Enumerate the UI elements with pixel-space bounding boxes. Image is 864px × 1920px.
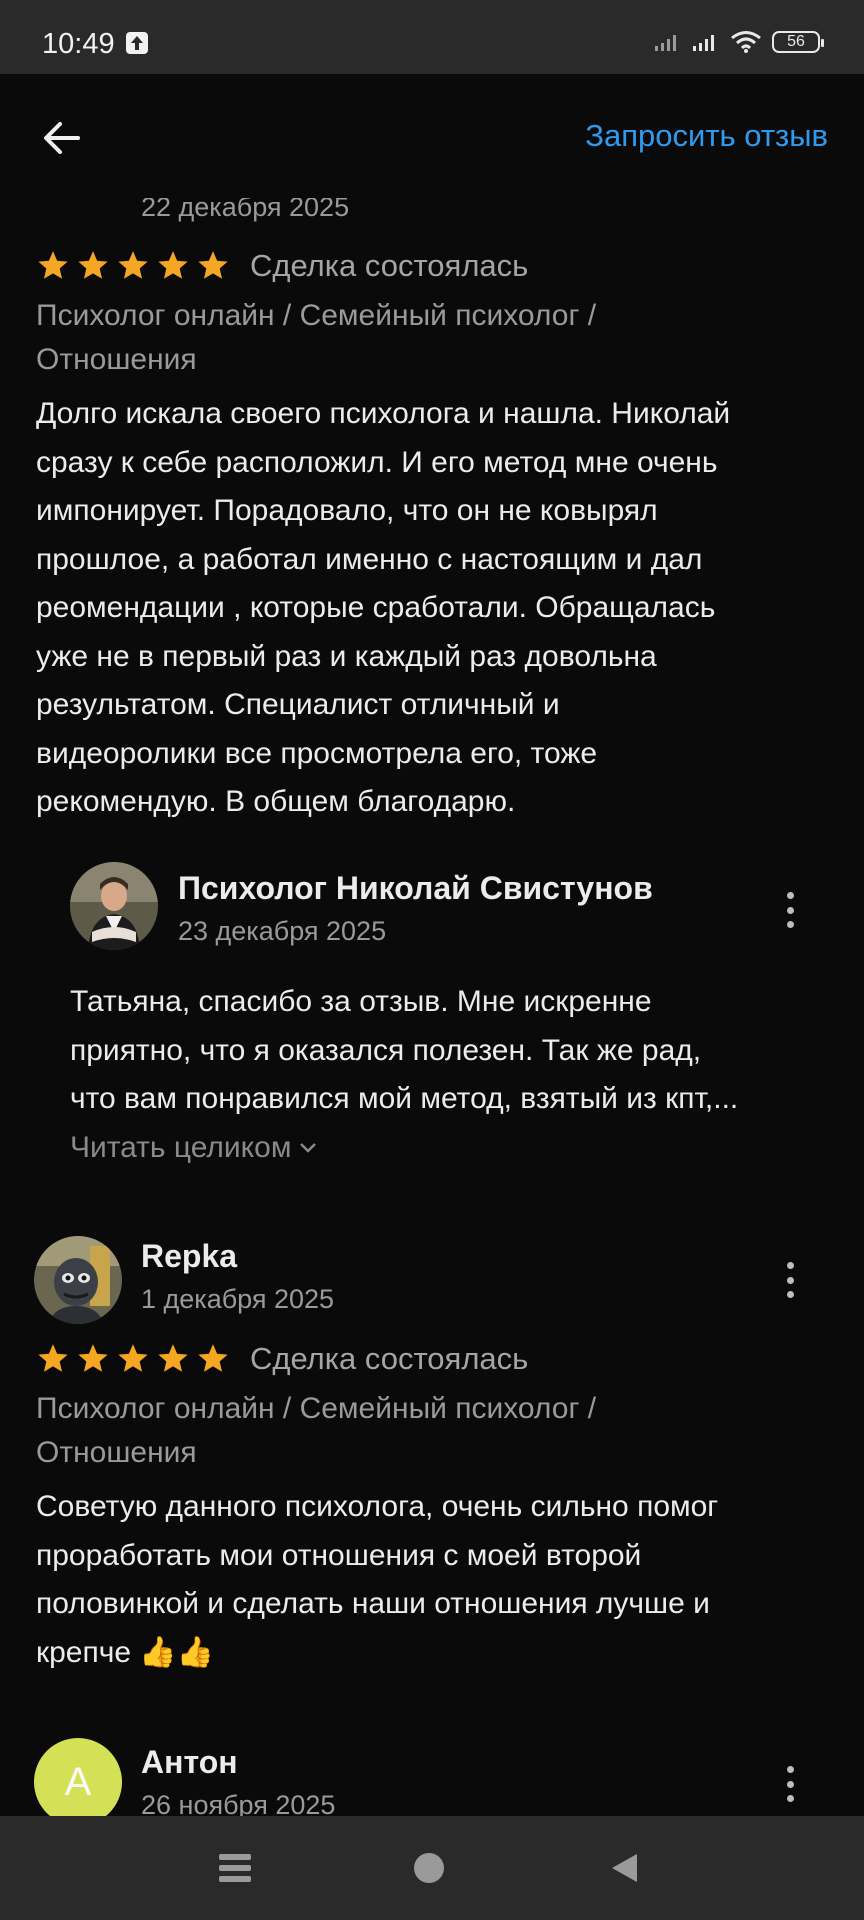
deal-status: Сделка состоялась <box>250 1341 529 1376</box>
avatar <box>70 862 158 950</box>
category-line: Психолог онлайн / Семейный психолог / <box>36 299 597 332</box>
app-bar: Запросить отзыв <box>0 74 864 198</box>
signal-icon <box>693 35 714 51</box>
category-line: Отношения <box>36 1436 197 1469</box>
review-category: Психолог онлайн / Семейный психолог / От… <box>36 294 816 382</box>
text-line: Советую данного психолога, очень сильно … <box>36 1490 719 1523</box>
review-author: Антон <box>141 1744 238 1780</box>
status-icons: 56 <box>654 30 824 54</box>
text-line: что вам понравился мой метод, взятый из … <box>70 1082 739 1115</box>
star-icon <box>158 1344 188 1372</box>
menu-icon <box>219 1854 251 1882</box>
kebab-dot <box>786 1276 794 1284</box>
star-icon <box>38 1344 68 1372</box>
text-line: половинкой и сделать наши отношения лучш… <box>36 1587 710 1620</box>
triangle-back-icon <box>612 1854 637 1882</box>
star-icon <box>38 251 68 279</box>
deal-status: Сделка состоялась <box>250 248 529 283</box>
rating-stars: Сделка состоялась <box>36 1341 528 1377</box>
recents-button[interactable] <box>218 1852 252 1889</box>
back-button[interactable] <box>38 114 86 162</box>
read-more-link[interactable]: Читать целиком <box>70 1131 317 1165</box>
star-icon <box>118 251 148 279</box>
reply-text: Татьяна, спасибо за отзыв. Мне искренне … <box>70 978 830 1124</box>
text-line: Татьяна, спасибо за отзыв. Мне искренне <box>70 985 652 1018</box>
wifi-icon <box>731 31 761 53</box>
kebab-dot <box>786 1291 794 1298</box>
star-icon <box>198 1344 228 1372</box>
star-icon <box>118 1344 148 1372</box>
more-options-button[interactable] <box>775 1762 805 1806</box>
kebab-dot <box>786 921 794 928</box>
review-category: Психолог онлайн / Семейный психолог / От… <box>36 1387 816 1475</box>
review-text: Советую данного психолога, очень сильно … <box>36 1483 836 1677</box>
category-line: Психолог онлайн / Семейный психолог / <box>36 1392 597 1425</box>
arrow-left-icon <box>44 122 80 154</box>
star-icon <box>78 251 108 279</box>
more-options-button[interactable] <box>775 1258 805 1302</box>
request-review-link[interactable]: Запросить отзыв <box>585 118 828 154</box>
avatar: А <box>34 1738 122 1816</box>
upload-notification-icon <box>126 32 148 54</box>
reply-author: Психолог Николай Свистунов <box>178 870 653 906</box>
read-more-label: Читать целиком <box>70 1131 292 1164</box>
text-line: результатом. Специалист отличный и <box>36 688 560 721</box>
kebab-dot <box>786 1262 794 1269</box>
text-line: рекомендую. В общем благодарю. <box>36 785 516 818</box>
category-line: Отношения <box>36 343 197 376</box>
star-icon <box>158 251 188 279</box>
review-author: Repka <box>141 1238 238 1274</box>
star-icon <box>78 1344 108 1372</box>
text-line: видеоролики все просмотрела его, тоже <box>36 736 598 770</box>
text-line: реомендации , которые сработали. Обращал… <box>36 591 716 624</box>
text-line: проработать мои отношения с моей второй <box>36 1538 642 1572</box>
text-line: Долго искала своего психолога и нашла. Н… <box>36 397 731 430</box>
status-time: 10:49 <box>42 28 115 60</box>
home-button[interactable] <box>413 1852 445 1889</box>
text-line: приятно, что я оказался полезен. Так же … <box>70 1033 702 1067</box>
chevron-down-icon <box>300 1143 317 1153</box>
kebab-dot <box>786 1795 794 1802</box>
signal-icon <box>655 35 676 51</box>
home-circle-icon <box>414 1853 444 1883</box>
back-nav-button[interactable] <box>609 1852 639 1889</box>
kebab-dot <box>786 906 794 914</box>
status-bar: 10:49 56 <box>0 0 864 74</box>
text-line: импонирует. Порадовало, что он не ковыря… <box>36 494 658 527</box>
reply-date: 23 декабря 2025 <box>178 916 387 946</box>
battery-icon: 56 <box>772 31 824 53</box>
text-line: прошлое, а работал именно с настоящим и … <box>36 542 703 576</box>
reviews-list: 22 декабря 2025 Сделка состоялась Психол… <box>0 150 864 1816</box>
star-icon <box>198 251 228 279</box>
review-text: Долго искала своего психолога и нашла. Н… <box>36 390 836 827</box>
more-options-button[interactable] <box>775 888 805 932</box>
kebab-dot <box>786 1780 794 1788</box>
text-line: сразу к себе расположил. И его метод мне… <box>36 445 718 479</box>
kebab-dot <box>786 892 794 899</box>
avatar <box>34 1236 122 1324</box>
kebab-dot <box>786 1766 794 1773</box>
review-date: 1 декабря 2025 <box>141 1284 335 1314</box>
rating-stars: Сделка состоялась <box>36 248 528 284</box>
review-date: 26 ноября 2025 <box>141 1790 336 1816</box>
text-line: уже не в первый раз и каждый раз довольн… <box>36 639 657 673</box>
system-nav-bar <box>0 1816 864 1920</box>
text-line: крепче 👍👍 <box>36 1635 215 1669</box>
